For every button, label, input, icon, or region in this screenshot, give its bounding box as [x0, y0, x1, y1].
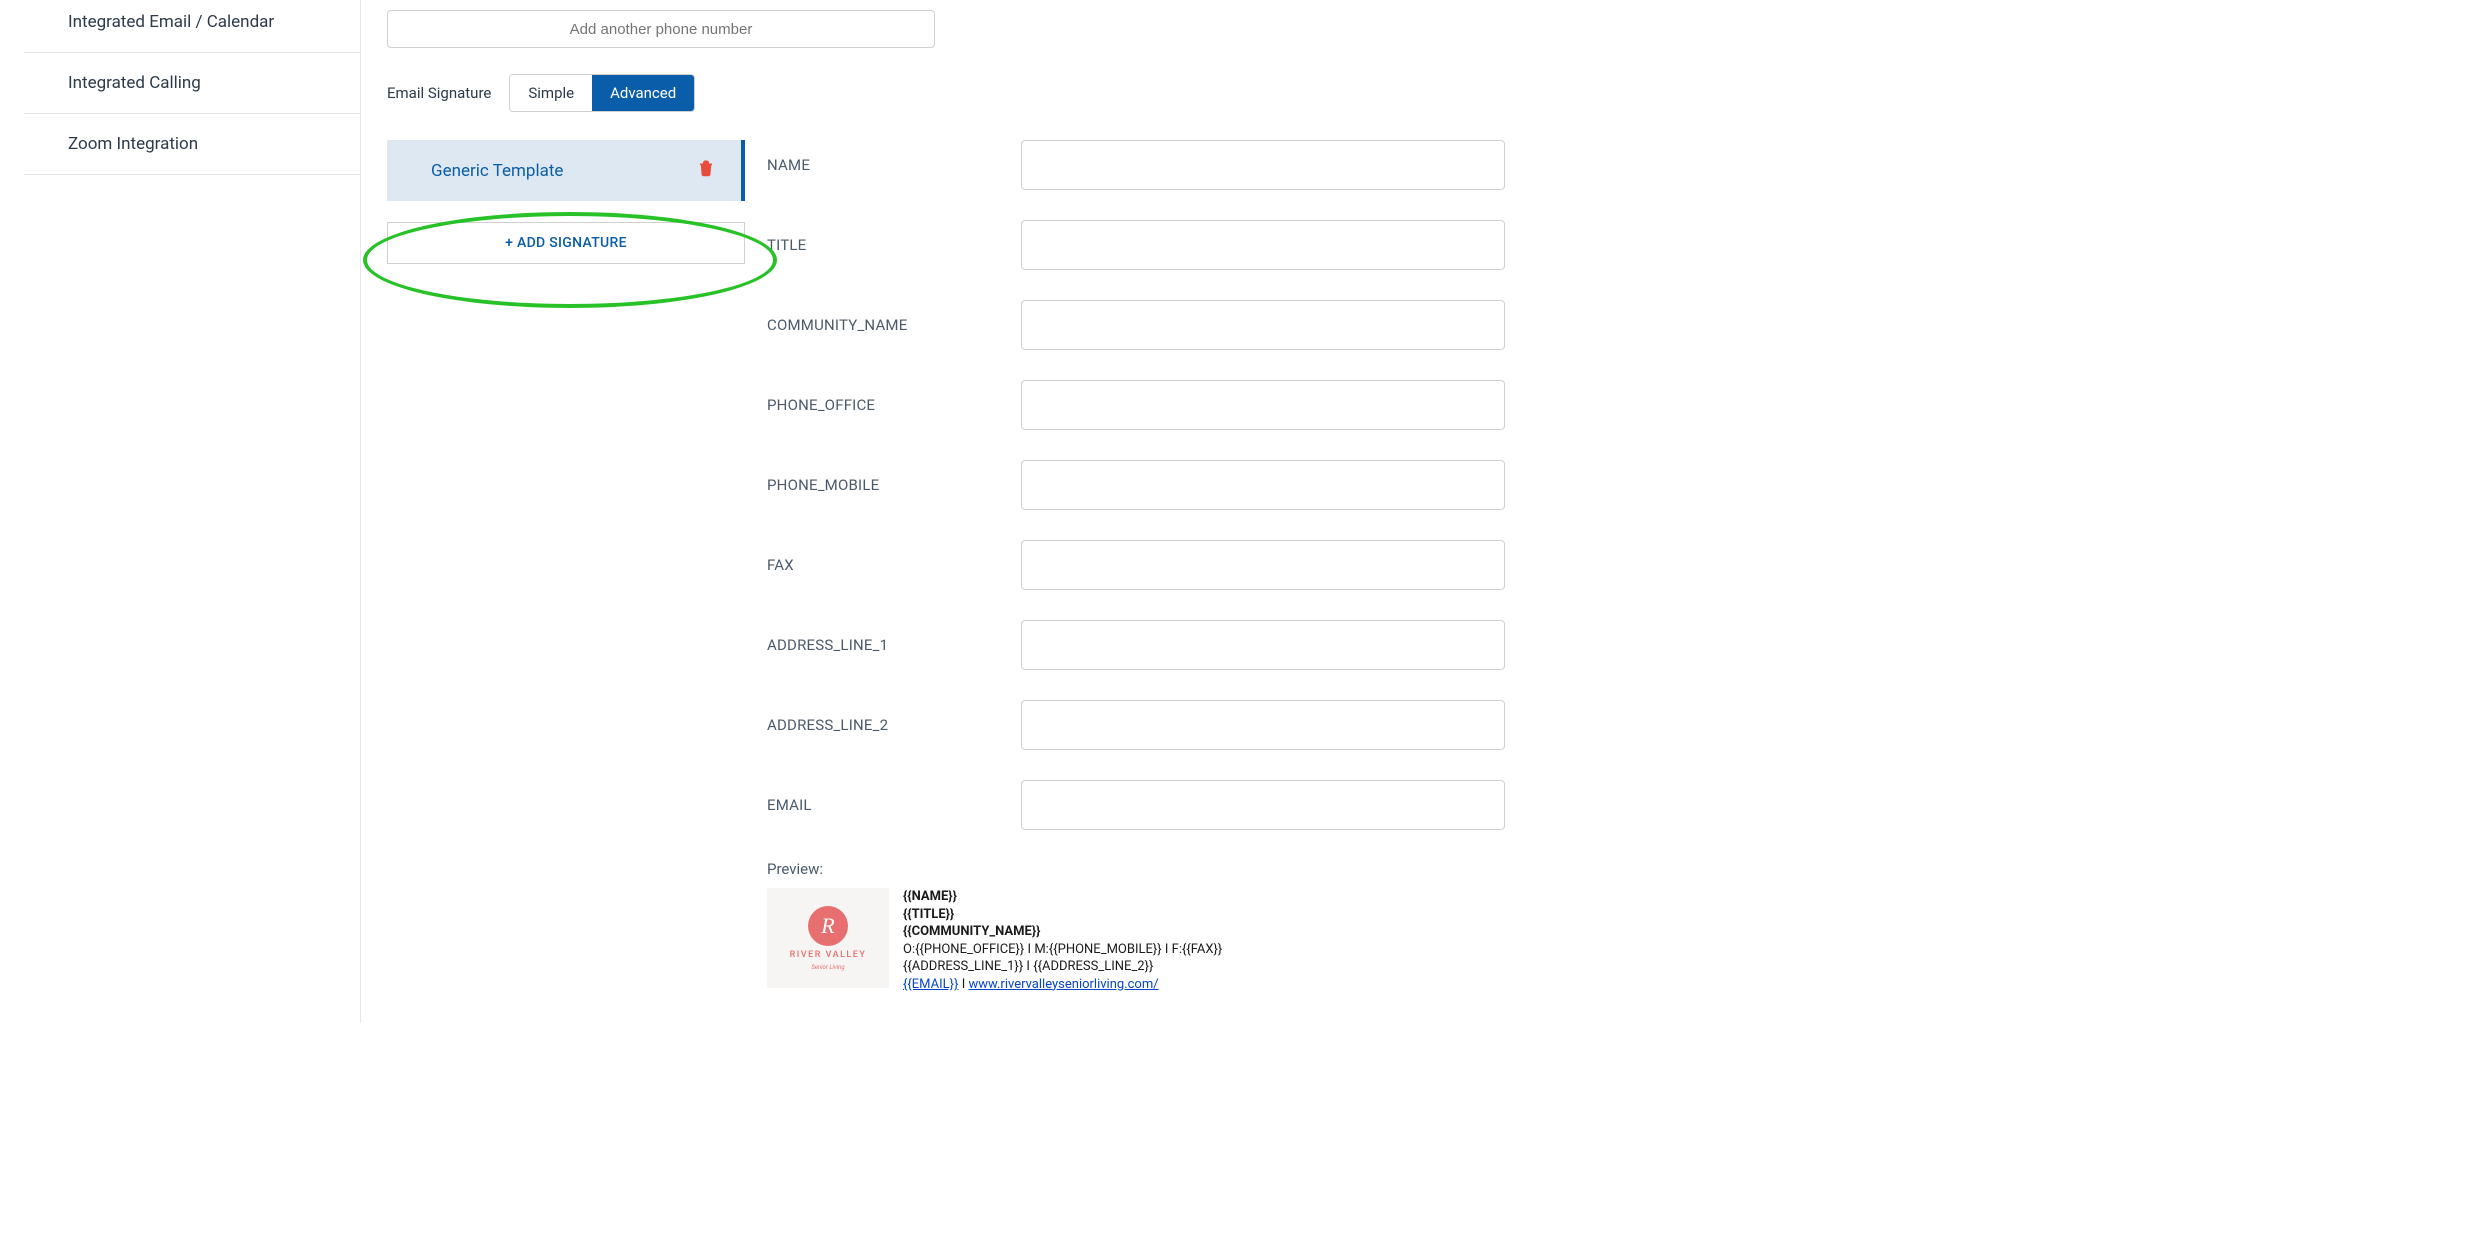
name-input[interactable] — [1021, 140, 1505, 190]
main-content: Email Signature Simple Advanced Generic … — [360, 0, 1880, 1023]
preview-text: {{NAME}} {{TITLE}} {{COMMUNITY_NAME}} O:… — [903, 888, 1222, 993]
signature-mode-tabs: Simple Advanced — [509, 74, 695, 112]
field-label-address2: ADDRESS_LINE_2 — [767, 716, 1021, 734]
community-name-input[interactable] — [1021, 300, 1505, 350]
preview-block: R RIVER VALLEY Senior Living {{NAME}} {{… — [767, 888, 1850, 993]
field-label-address1: ADDRESS_LINE_1 — [767, 636, 1021, 654]
preview-sep: I — [958, 977, 968, 992]
sidebar-item-email-calendar[interactable]: Integrated Email / Calendar — [24, 0, 360, 53]
add-phone-input[interactable] — [387, 10, 935, 48]
field-label-name: NAME — [767, 156, 1021, 174]
preview-label: Preview: — [767, 860, 1850, 878]
sidebar: Integrated Email / Calendar Integrated C… — [0, 0, 360, 1023]
field-label-email: EMAIL — [767, 796, 1021, 814]
logo-brand-text: RIVER VALLEY — [790, 950, 867, 960]
sidebar-item-zoom[interactable]: Zoom Integration — [24, 114, 360, 175]
field-label-phone-office: PHONE_OFFICE — [767, 396, 1021, 414]
email-input[interactable] — [1021, 780, 1505, 830]
signature-fields-column: NAME TITLE COMMUNITY_NAME PHONE_OFFICE P… — [767, 140, 1850, 993]
trash-icon[interactable] — [697, 158, 715, 183]
logo-tagline: Senior Living — [811, 964, 844, 971]
field-label-fax: FAX — [767, 556, 1021, 574]
preview-community: {{COMMUNITY_NAME}} — [903, 924, 1040, 939]
email-signature-label: Email Signature — [387, 84, 491, 102]
logo-circle-icon: R — [808, 906, 848, 946]
preview-logo: R RIVER VALLEY Senior Living — [767, 888, 889, 988]
sidebar-item-calling[interactable]: Integrated Calling — [24, 53, 360, 114]
field-label-phone-mobile: PHONE_MOBILE — [767, 476, 1021, 494]
tab-advanced[interactable]: Advanced — [592, 75, 694, 111]
field-label-community: COMMUNITY_NAME — [767, 316, 1021, 334]
signature-list-column: Generic Template + ADD SIGNATURE — [387, 140, 745, 264]
template-name: Generic Template — [431, 161, 563, 181]
preview-name: {{NAME}} — [903, 889, 957, 904]
address-line-1-input[interactable] — [1021, 620, 1505, 670]
signature-template-item[interactable]: Generic Template — [387, 140, 745, 201]
add-signature-button[interactable]: + ADD SIGNATURE — [387, 222, 745, 264]
preview-email-link[interactable]: {{EMAIL}} — [903, 977, 958, 992]
address-line-2-input[interactable] — [1021, 700, 1505, 750]
field-label-title: TITLE — [767, 236, 1021, 254]
title-input[interactable] — [1021, 220, 1505, 270]
preview-phones: O:{{PHONE_OFFICE}} I M:{{PHONE_MOBILE}} … — [903, 942, 1222, 957]
tab-simple[interactable]: Simple — [510, 75, 592, 111]
preview-title: {{TITLE}} — [903, 907, 954, 922]
phone-office-input[interactable] — [1021, 380, 1505, 430]
preview-url-link[interactable]: www.rivervalleyseniorliving.com/ — [968, 977, 1158, 992]
phone-mobile-input[interactable] — [1021, 460, 1505, 510]
fax-input[interactable] — [1021, 540, 1505, 590]
preview-address: {{ADDRESS_LINE_1}} I {{ADDRESS_LINE_2}} — [903, 959, 1153, 974]
